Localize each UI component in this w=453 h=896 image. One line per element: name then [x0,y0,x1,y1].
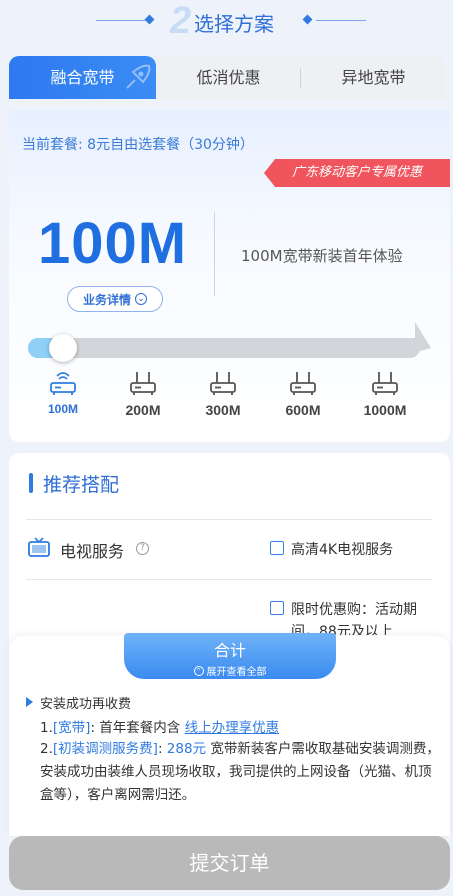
divider [26,519,432,520]
divider [26,579,432,580]
chevron-down-icon: ⌄ [135,293,147,305]
notice-separator: : [157,741,167,757]
option-limited-offer-label: 限时优惠购：活动期间，88元及以上 [291,602,417,635]
speed-option-label: 200M [125,402,161,418]
speed-option-600m[interactable]: 600M [263,370,343,418]
speed-option-label: 300M [205,402,241,418]
router-icon [130,372,156,395]
business-detail-button[interactable]: 业务详情 ⌄ [67,286,163,312]
expand-all-label: 展开查看全部 [206,667,267,678]
router-icon [290,372,316,395]
tab-label: 融合宽带 [50,68,115,87]
selected-speed: 100M [38,211,188,276]
speed-description: 100M宽带新装首年体验 [241,247,403,265]
speed-option-label: 600M [285,402,321,418]
speed-slider-thumb[interactable] [49,334,77,362]
speed-option-1000m[interactable]: 1000M [345,370,425,418]
submit-order-button[interactable]: 提交订单 [9,836,450,890]
section-accent-bar [29,473,33,493]
chevron-up-icon: ⌃ [193,665,204,676]
router-icon [210,372,236,395]
router-icon [372,372,398,395]
promo-badge: 广东移动客户专属优惠 [264,159,450,187]
tv-service-label: 电视服务 [60,542,125,561]
speed-divider [214,212,215,296]
total-expand-toggle[interactable]: 合计 ⌃ 展开查看全部 [124,633,336,679]
step-title: 选择方案 [194,12,274,36]
notice-item-2: 2.[初装调测服务费]: 288元 宽带新装客户需收取基础安装调测费，安装成功由… [40,738,440,807]
recommend-title: 推荐搭配 [43,474,120,496]
notice-index: 2. [40,741,53,757]
header-diamond-left [144,14,155,25]
tab-fusion-broadband[interactable]: 融合宽带 [9,56,156,99]
speed-option-300m[interactable]: 300M [183,370,263,418]
expand-all: ⌃ 展开查看全部 [124,663,336,678]
checkbox-limited-offer[interactable] [270,601,284,615]
speed-option-200m[interactable]: 200M [103,370,183,418]
slider-arrow-end [395,322,431,358]
tv-icon [28,537,50,557]
notice-tag: [宽带] [52,720,91,736]
detail-button-label: 业务详情 [82,292,131,307]
tab-label: 异地宽带 [341,68,406,87]
step-number: 2 [170,0,192,42]
checkbox-4k-tv[interactable] [270,541,284,555]
header-divider-left [96,20,146,21]
online-offer-link[interactable]: 线上办理享优惠 [185,720,280,736]
speed-option-100m[interactable]: 100M [23,370,103,416]
notice-index: 1. [40,720,53,736]
step-header: 2 选择方案 [0,0,453,46]
speed-option-label: 100M [47,402,79,416]
notice-title: 安装成功再收费 [40,697,132,712]
total-label: 合计 [213,641,246,660]
plan-tabs: 融合宽带 低消优惠 异地宽带 [9,56,446,99]
header-divider-right [316,20,366,21]
rocket-icon [126,64,151,89]
caret-right-icon [26,697,33,707]
help-icon[interactable]: ? [136,542,149,555]
notice-tag: [初装调测服务费] [52,741,158,757]
speed-option-label: 1000M [363,402,407,418]
tab-remote-broadband[interactable]: 异地宽带 [301,56,446,99]
tab-low-consumption[interactable]: 低消优惠 [156,56,301,99]
notice-item-1: 1.[宽带]: 首年套餐内含 线上办理享优惠 [40,716,279,736]
header-diamond-right [302,14,313,25]
notice-price: 288元 [166,741,207,757]
speed-slider-track[interactable] [28,338,420,358]
notice-text: : 首年套餐内含 [90,720,185,736]
current-package: 当前套餐: 8元自由选套餐（30分钟） [22,137,254,153]
option-4k-tv-label: 高清4K电视服务 [291,542,394,558]
router-icon [50,372,76,395]
tab-label: 低消优惠 [196,68,261,87]
